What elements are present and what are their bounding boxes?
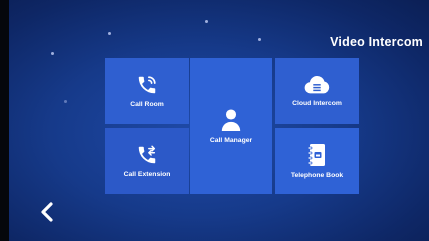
cloud-intercom-button[interactable]: Cloud Intercom xyxy=(275,58,359,124)
cloud-icon xyxy=(304,76,330,94)
call-manager-label: Call Manager xyxy=(209,137,253,144)
phone-transfer-icon xyxy=(138,145,156,164)
call-manager-button[interactable]: Call Manager xyxy=(190,58,272,194)
background-star xyxy=(51,52,54,55)
chevron-left-icon xyxy=(41,202,53,222)
background-star xyxy=(108,32,111,35)
person-icon xyxy=(221,109,241,131)
page-title: Video Intercom xyxy=(330,35,423,49)
call-extension-label: Call Extension xyxy=(123,171,171,178)
address-book-icon xyxy=(307,144,325,166)
intercom-screen: Video Intercom Call Room Call Extension xyxy=(9,0,429,241)
background-star xyxy=(205,20,208,23)
call-room-label: Call Room xyxy=(130,101,164,108)
back-button[interactable] xyxy=(35,199,59,225)
phone-ring-icon xyxy=(138,76,156,94)
background-star xyxy=(258,38,261,41)
background-star xyxy=(64,100,67,103)
call-room-button[interactable]: Call Room xyxy=(105,58,189,124)
cloud-intercom-label: Cloud Intercom xyxy=(292,100,342,107)
call-extension-button[interactable]: Call Extension xyxy=(105,128,189,194)
telephone-book-label: Telephone Book xyxy=(290,172,344,179)
telephone-book-button[interactable]: Telephone Book xyxy=(275,128,359,194)
device-frame: Video Intercom Call Room Call Extension xyxy=(0,0,429,241)
